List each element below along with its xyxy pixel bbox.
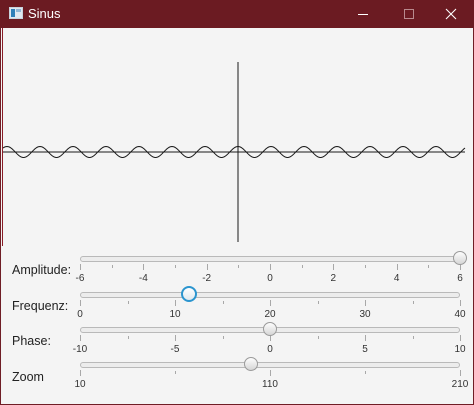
slider-tick [317,336,319,339]
sine-plot [2,28,473,246]
frequenz-ticks [80,300,461,306]
zoom-label: Zoom [12,370,44,384]
slider-tick-label: 110 [262,379,278,390]
slider-tick [80,264,81,270]
amplitude-track[interactable] [80,256,460,262]
slider-tick-label: 0 [267,273,273,284]
slider-tick [175,265,176,268]
slider-tick [460,335,461,341]
slider-tick [127,336,129,339]
minimize-icon [358,14,368,15]
amplitude-thumb[interactable] [453,251,467,265]
slider-tick-label: 10 [454,344,466,355]
slider-tick-label: 4 [393,273,400,284]
close-button[interactable] [428,0,474,28]
slider-tick [460,370,461,376]
slider-tick [412,336,414,339]
slider-tick-label: 5 [362,344,368,355]
sine-plot-canvas [3,62,466,242]
slider-tick-label: -10 [72,344,88,355]
amplitude-slider[interactable]: -6 -4 -2 0 2 4 6 [76,251,467,296]
close-icon [445,8,457,20]
slider-tick [412,301,414,304]
title-bar[interactable]: Sinus [0,0,474,28]
minimize-button[interactable] [340,0,386,28]
phase-label: Phase: [12,334,51,348]
amplitude-ticks [80,264,461,270]
slider-tick [460,300,461,306]
slider-tick-label: -5 [170,344,180,355]
slider-tick-label: 10 [74,379,86,390]
slider-tick [365,335,366,341]
slider-tick [428,265,430,268]
slider-tick [111,265,113,268]
java-app-icon [9,7,23,19]
slider-tick-label: -4 [138,273,148,284]
slider-tick-label: 2 [330,273,337,284]
slider-tick-label: 210 [451,379,469,390]
maximize-button[interactable] [386,0,432,28]
frequenz-label: Frequenz: [12,299,69,313]
maximize-icon [404,9,414,19]
frequenz-thumb[interactable] [181,286,198,302]
slider-tick [175,300,176,306]
slider-tick-label: 0 [267,344,273,355]
slider-tick [301,265,303,268]
slider-tick [396,264,398,270]
slider-tick [206,264,208,270]
slider-tick [175,371,176,374]
zoom-track[interactable] [80,362,460,368]
zoom-thumb[interactable] [244,357,258,371]
phase-slider[interactable]: -10 -5 0 5 10 [73,322,466,367]
slider-tick [127,301,129,304]
slider-tick [80,370,81,376]
slider-tick [333,264,335,270]
zoom-slider[interactable]: 10 110 210 [74,357,468,402]
slider-tick [365,300,366,306]
slider-tick-label: 0 [77,309,83,320]
slider-tick-label: 30 [359,309,371,320]
slider-tick [270,300,271,306]
slider-tick [238,265,240,268]
window-content: Amplitude: -6 -4 -2 0 2 4 6 Frequenz: 0 10 20 30 4… [1,28,473,404]
slider-tick [365,265,366,268]
slider-tick-label: 6 [457,273,463,284]
phase-thumb[interactable] [263,322,277,336]
zoom-ticks [80,370,461,376]
frequenz-track[interactable] [80,292,460,298]
slider-tick [365,371,366,374]
slider-tick [222,301,224,304]
slider-tick-label: 20 [264,309,276,320]
slider-tick [222,336,224,339]
slider-tick [80,335,81,341]
slider-tick-label: 40 [454,309,466,320]
slider-tick-label: -6 [75,273,85,284]
slider-tick-label: 10 [169,309,181,320]
slider-tick-label: -2 [202,273,212,284]
slider-tick [80,300,81,306]
slider-tick [143,264,145,270]
slider-tick [270,264,271,270]
slider-tick [317,301,319,304]
window-title: Sinus [28,6,61,21]
amplitude-label: Amplitude: [12,263,72,277]
slider-tick [270,370,271,376]
slider-tick [175,335,176,341]
